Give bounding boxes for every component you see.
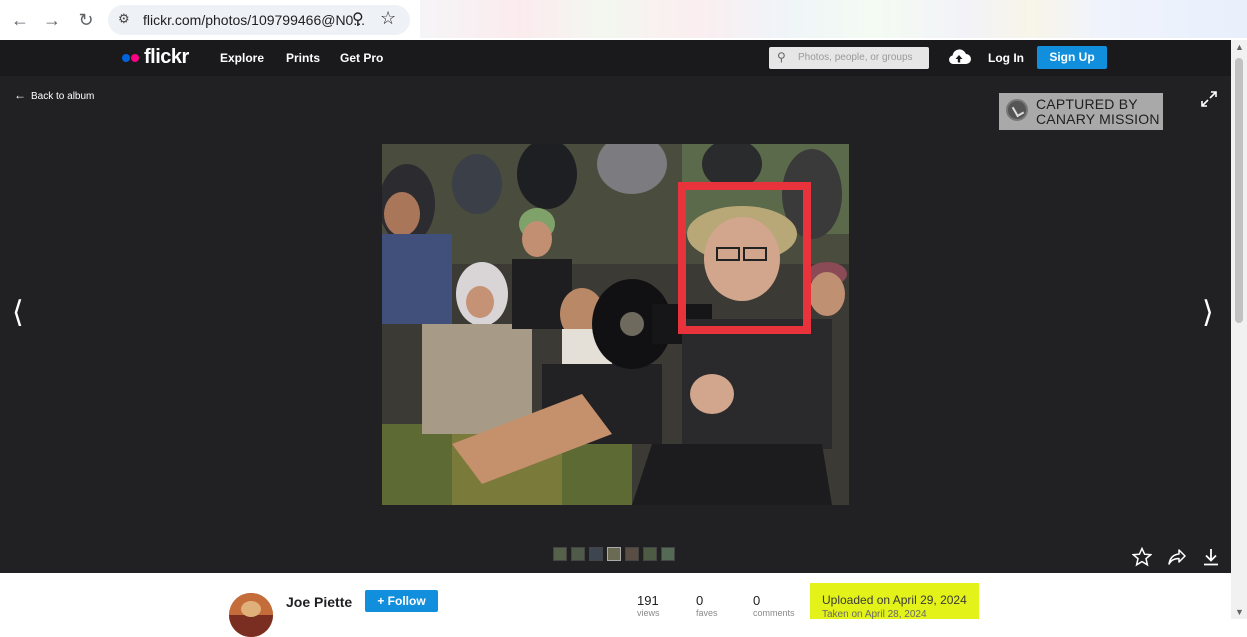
bookmark-star-icon[interactable]: ☆ [380,8,396,29]
search-input[interactable]: ⚲ Photos, people, or groups [769,47,929,69]
photo-info-bar: Joe Piette + Follow 191 views 0 faves 0 … [0,573,1231,637]
nav-explore[interactable]: Explore [220,51,264,65]
taken-date: Taken on April 28, 2024 [822,609,927,620]
views-stat: 191 views [637,593,660,618]
address-bar[interactable]: ⚙ flickr.com/photos/109799466@N0... ⚲ ☆ [108,5,410,35]
faves-stat: 0 faves [696,593,718,618]
scroll-down-arrow-icon[interactable]: ▼ [1235,607,1244,617]
thumbnail-4-current[interactable] [607,547,621,561]
thumbnail-1[interactable] [553,547,567,561]
thumbnail-2[interactable] [571,547,585,561]
main-photo [382,144,849,505]
back-to-album-label: Back to album [31,91,95,102]
watermark-line-2: CANARY MISSION [1036,111,1160,127]
zoom-icon[interactable]: ⚲ [352,9,364,29]
views-count: 191 [637,593,659,608]
previous-photo-chevron-icon[interactable]: ⟨ [12,295,24,330]
page-scrollbar[interactable]: ▲ ▼ [1231,40,1247,619]
thumbnail-7[interactable] [661,547,675,561]
follow-button[interactable]: + Follow [365,590,438,612]
signup-button[interactable]: Sign Up [1037,46,1107,69]
comments-label: comments [753,608,795,618]
back-arrow-icon: ← [14,88,26,102]
back-to-album-link[interactable]: ← Back to album [14,88,94,102]
logo-text: flickr [144,46,189,68]
download-icon[interactable] [1201,547,1221,567]
faves-label: faves [696,608,718,618]
search-placeholder: Photos, people, or groups [798,52,913,63]
url-text[interactable]: flickr.com/photos/109799466@N0... [143,12,365,28]
watermark-line-1: CAPTURED BY [1036,96,1138,112]
thumbnail-5[interactable] [625,547,639,561]
comments-count: 0 [753,593,761,608]
upload-cloud-icon[interactable] [947,49,971,70]
next-photo-chevron-icon[interactable]: ⟩ [1202,295,1214,330]
reload-icon[interactable]: ↻ [74,8,98,32]
search-icon: ⚲ [777,50,786,64]
scrollbar-thumb[interactable] [1235,58,1243,323]
logo-pink-dot [131,54,139,62]
nav-get-pro[interactable]: Get Pro [340,51,383,65]
scroll-up-arrow-icon[interactable]: ▲ [1235,42,1244,52]
thumbnail-6[interactable] [643,547,657,561]
forward-arrow-icon[interactable]: → [40,8,64,32]
blurred-bookmarks-area [420,0,1247,38]
back-arrow-icon[interactable]: ← [8,8,32,32]
upload-date-box: Uploaded on April 29, 2024 Taken on Apri… [810,583,979,620]
comments-stat: 0 comments [753,593,795,618]
views-label: views [637,608,660,618]
login-link[interactable]: Log In [988,51,1024,65]
uploaded-date: Uploaded on April 29, 2024 [822,593,967,607]
site-info-icon[interactable]: ⚙ [118,11,132,29]
author-avatar[interactable] [229,593,273,637]
canary-mission-watermark: CAPTURED BY CANARY MISSION [999,93,1163,130]
thumbnail-3[interactable] [589,547,603,561]
faves-count: 0 [696,593,704,608]
share-arrow-icon[interactable] [1167,547,1187,567]
author-name[interactable]: Joe Piette [286,594,352,610]
fullscreen-expand-icon[interactable] [1200,90,1218,108]
logo-blue-dot [122,54,130,62]
site-header: flickr Explore Prints Get Pro ⚲ Photos, … [0,40,1231,76]
fave-star-icon[interactable] [1131,546,1153,567]
nav-prints[interactable]: Prints [286,51,320,65]
browser-toolbar: ← → ↻ ⚙ flickr.com/photos/109799466@N0..… [0,0,1247,40]
canary-mission-seal-icon [1006,99,1028,121]
flickr-photo-page: flickr Explore Prints Get Pro ⚲ Photos, … [0,40,1231,637]
